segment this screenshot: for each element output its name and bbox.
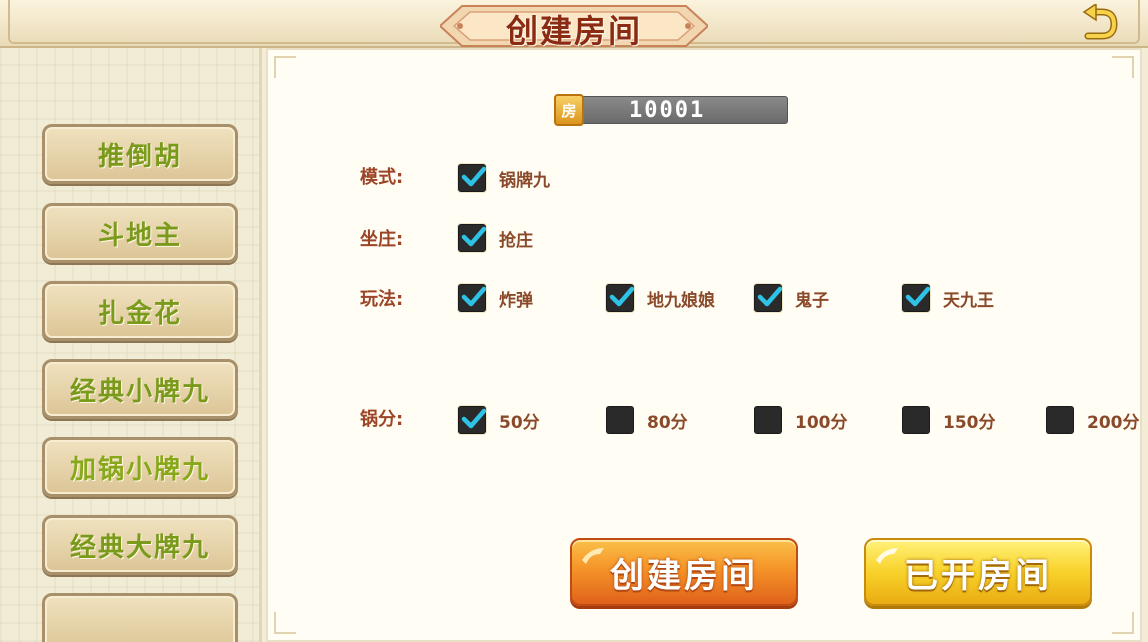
top-bar: 创建房间 (0, 0, 1148, 50)
sidebar-item-label: 斗地主 (97, 220, 182, 251)
panel-corner-ornament (1112, 56, 1134, 78)
checkbox[interactable] (902, 406, 930, 434)
pot-label: 锅分: (360, 409, 404, 430)
create-room-button[interactable]: 创建房间 (570, 538, 798, 606)
sidebar-item-label: 扎金花 (97, 298, 182, 329)
rules-label: 玩法: (360, 289, 404, 310)
sidebar-item-classic-small-paijiu[interactable]: 经典小牌九 (42, 359, 238, 419)
room-number: 10001 (629, 98, 706, 123)
option-label: 鬼子 (795, 290, 829, 311)
option-label: 100分 (795, 412, 848, 433)
banker-label: 坐庄: (360, 229, 404, 250)
checkbox[interactable] (606, 406, 634, 434)
mode-label: 模式: (360, 167, 404, 188)
room-icon: 房 (554, 94, 584, 126)
checkbox[interactable] (458, 406, 487, 434)
rules-option-guizi[interactable]: 鬼子 (754, 284, 829, 312)
checkbox[interactable] (902, 284, 931, 312)
checkbox[interactable] (754, 284, 783, 312)
sidebar-item-tuidaohu[interactable]: 推倒胡 (42, 124, 238, 184)
option-label: 200分 (1087, 412, 1140, 433)
checkbox[interactable] (458, 224, 487, 252)
mode-option-guopaijiu[interactable]: 锅牌九 (458, 164, 550, 192)
sidebar-item-partial[interactable] (42, 593, 238, 642)
panel-corner-ornament (1112, 612, 1134, 634)
sidebar-item-doudizhu[interactable]: 斗地主 (42, 203, 238, 263)
sidebar-item-label: 推倒胡 (97, 141, 182, 172)
checkbox[interactable] (458, 284, 487, 312)
check-icon (609, 286, 635, 307)
title-plate: 创建房间 (440, 2, 708, 50)
checkbox[interactable] (1046, 406, 1074, 434)
room-number-field: 10001 (578, 96, 788, 124)
option-label: 50分 (499, 412, 540, 433)
rules-option-tianjiuwang[interactable]: 天九王 (902, 284, 994, 312)
check-icon (905, 286, 931, 307)
create-room-label: 创建房间 (610, 555, 758, 596)
checkbox[interactable] (606, 284, 635, 312)
sparkle-icon (876, 548, 898, 564)
back-arrow-icon (1082, 2, 1118, 40)
game-type-sidebar: 推倒胡 斗地主 扎金花 经典小牌九 加锅小牌九 经典大牌九 (0, 48, 262, 642)
check-icon (757, 286, 783, 307)
banker-option-qiangzhuang[interactable]: 抢庄 (458, 224, 533, 252)
pot-option-150[interactable]: 150分 (902, 406, 996, 434)
option-label: 抢庄 (499, 230, 533, 251)
room-number-box: 10001 房 (554, 94, 788, 126)
option-label: 150分 (943, 412, 996, 433)
pot-option-80[interactable]: 80分 (606, 406, 688, 434)
opened-rooms-label: 已开房间 (904, 555, 1052, 596)
sidebar-item-label: 经典小牌九 (69, 376, 210, 407)
sidebar-item-label: 经典大牌九 (69, 532, 210, 563)
check-icon (461, 226, 487, 247)
check-icon (461, 166, 487, 187)
pot-option-100[interactable]: 100分 (754, 406, 848, 434)
page-title: 创建房间 (505, 12, 642, 50)
opened-rooms-button[interactable]: 已开房间 (864, 538, 1092, 606)
option-label: 80分 (647, 412, 688, 433)
option-label: 锅牌九 (499, 170, 550, 191)
pot-option-50[interactable]: 50分 (458, 406, 540, 434)
panel-corner-ornament (274, 56, 296, 78)
sidebar-item-classic-big-paijiu[interactable]: 经典大牌九 (42, 515, 238, 575)
back-button[interactable] (1080, 2, 1124, 42)
rules-option-dijiuniangniang[interactable]: 地九娘娘 (606, 284, 715, 312)
option-label: 地九娘娘 (647, 290, 715, 311)
sidebar-item-pot-small-paijiu[interactable]: 加锅小牌九 (42, 437, 238, 497)
checkbox[interactable] (458, 164, 487, 192)
checkbox[interactable] (754, 406, 782, 434)
check-icon (461, 408, 487, 429)
rules-option-bomb[interactable]: 炸弹 (458, 284, 533, 312)
check-icon (461, 286, 487, 307)
panel-corner-ornament (274, 612, 296, 634)
sparkle-icon (582, 548, 604, 564)
option-label: 天九王 (943, 290, 994, 311)
sidebar-item-zhajinhua[interactable]: 扎金花 (42, 281, 238, 341)
pot-option-200[interactable]: 200分 (1046, 406, 1140, 434)
option-label: 炸弹 (499, 290, 533, 311)
sidebar-item-label: 加锅小牌九 (69, 454, 210, 485)
